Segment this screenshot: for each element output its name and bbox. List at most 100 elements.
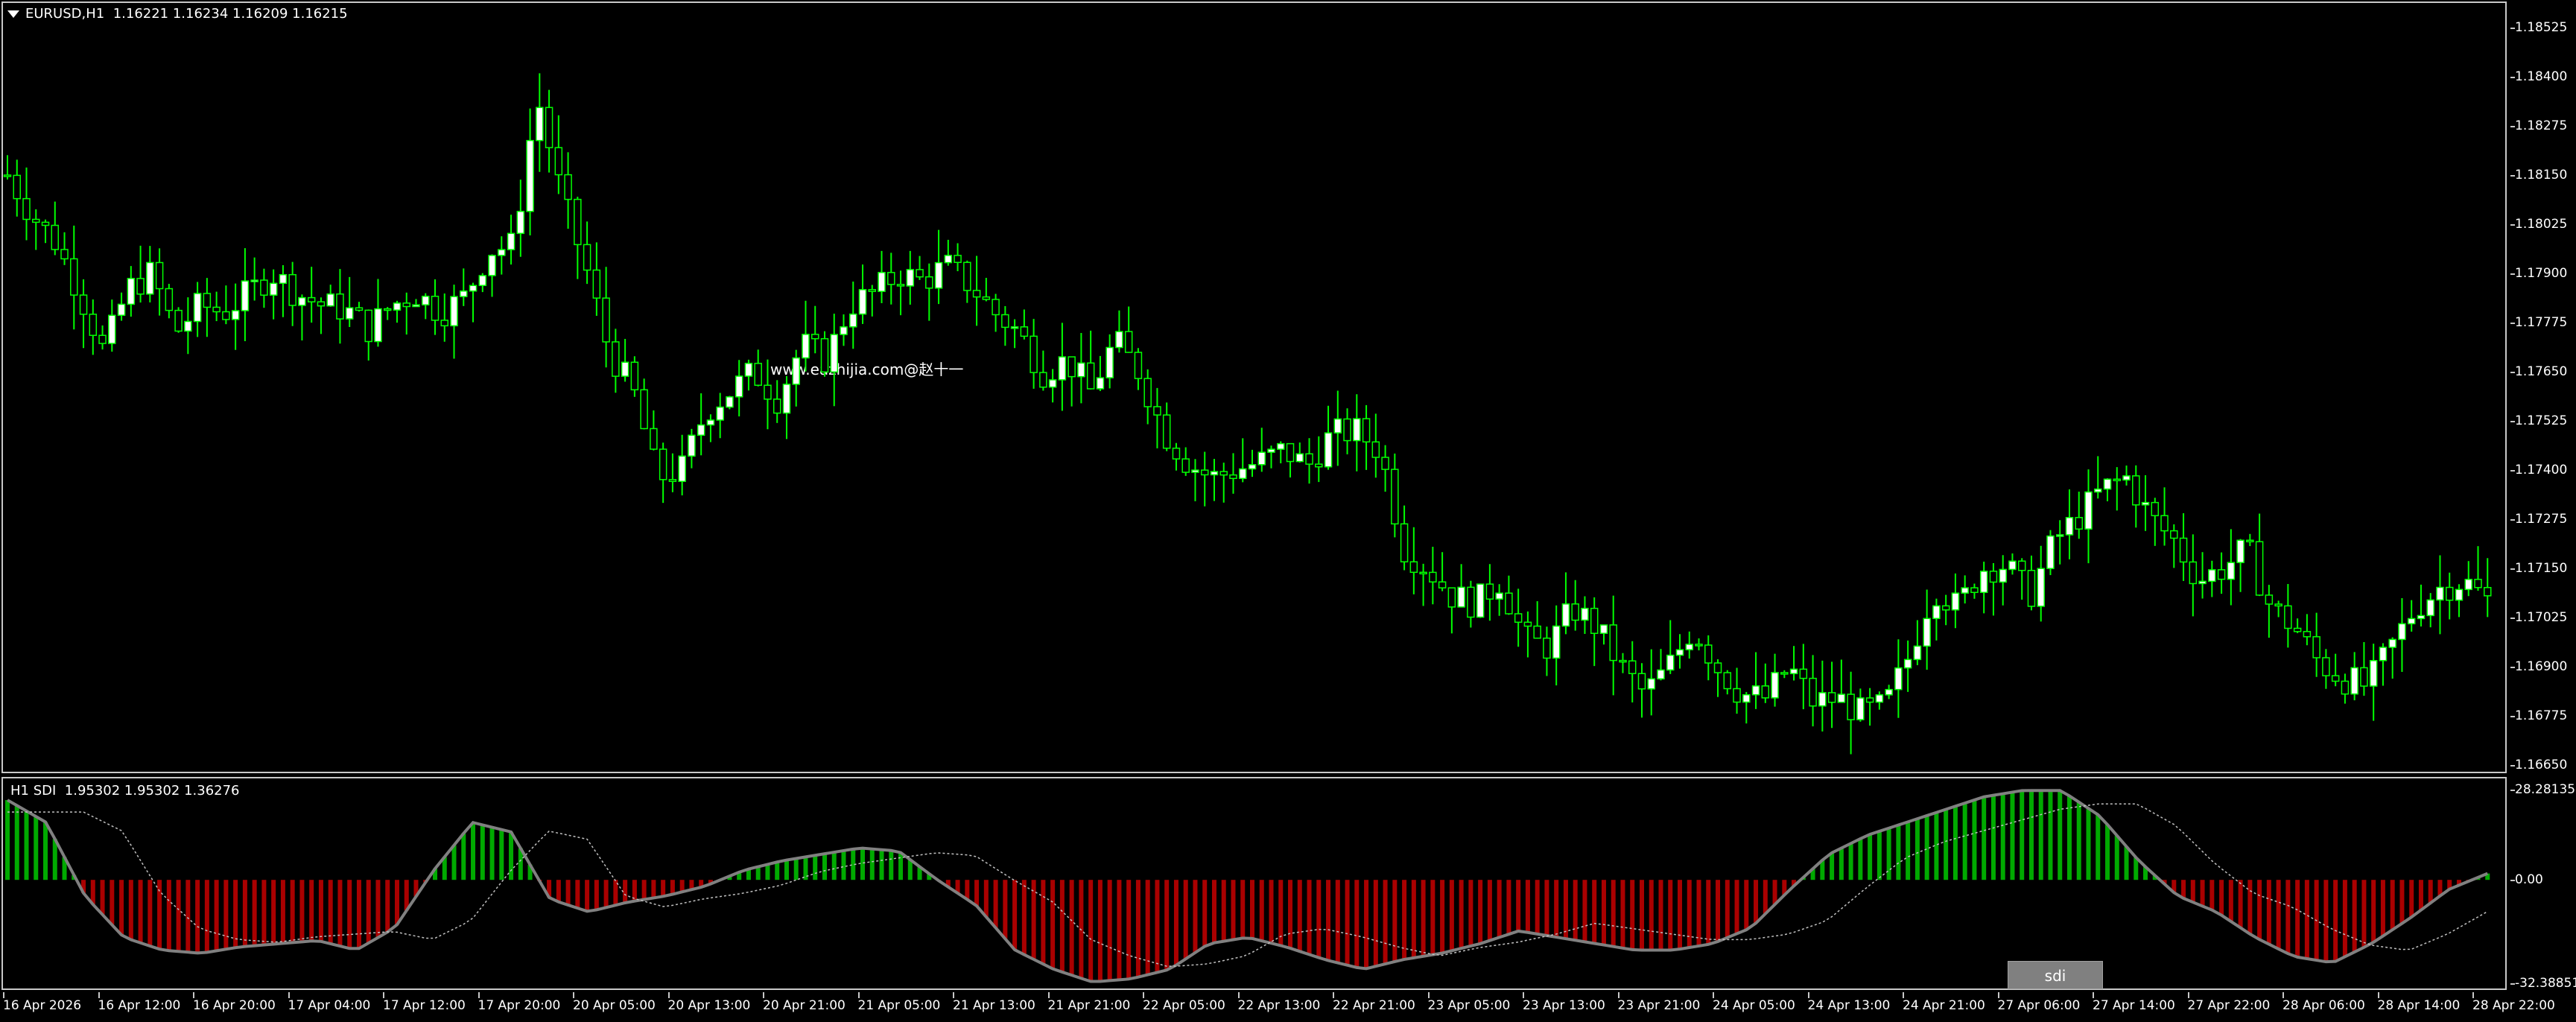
sdi-histogram-bar (385, 880, 390, 933)
sdi-histogram-bar (822, 854, 827, 880)
candle-body (1248, 464, 1257, 470)
candle-body (830, 334, 838, 373)
sdi-histogram-bar (471, 822, 476, 880)
sdi-histogram-bar (1383, 880, 1388, 965)
candle-body (1809, 677, 1817, 707)
sdi-histogram-bar (100, 880, 105, 915)
sdi-histogram-bar (1582, 880, 1587, 942)
sdi-histogram-bar (1754, 880, 1759, 924)
sdi-histogram-bar (2114, 835, 2119, 880)
time-tick: 16 Apr 12:00 (98, 992, 181, 1013)
sdi-histogram-bar (1706, 880, 1711, 945)
sdi-histogram-bar (2361, 880, 2367, 948)
sdi-histogram-bar (147, 880, 153, 946)
sdi-histogram-bar (2096, 814, 2101, 880)
sdi-histogram-bar (2038, 790, 2043, 880)
candle-body (345, 307, 354, 320)
time-tick: 16 Apr 20:00 (193, 992, 276, 1013)
candle-body (2103, 478, 2112, 490)
sdi-histogram-bar (1135, 880, 1141, 977)
sdi-histogram-bar (1316, 880, 1322, 958)
candle-body (810, 334, 819, 340)
candle-body (203, 293, 212, 308)
candle-body (1419, 571, 1427, 575)
sdi-histogram-bar (2020, 790, 2025, 880)
sdi-histogram-bar (1990, 795, 1996, 880)
candle-body (127, 278, 136, 305)
sdi-histogram-bar (603, 880, 609, 908)
sdi-histogram-bar (1411, 880, 1416, 958)
candle-body (1115, 331, 1123, 349)
candle-body (668, 479, 677, 483)
candle-body (2198, 580, 2207, 585)
sdi-histogram-bar (1962, 803, 1967, 880)
sdi-histogram-bar (489, 827, 495, 880)
sdi-histogram-bar (204, 880, 209, 953)
sdi-histogram-bar (1592, 880, 1597, 944)
sdi-histogram-bar (480, 825, 485, 880)
candle-body (1077, 362, 1085, 378)
sdi-histogram-bar (1050, 880, 1056, 969)
candle-body (982, 296, 991, 300)
candle-body (583, 244, 591, 271)
candle-body (574, 198, 582, 246)
sdi-histogram-bar (1952, 806, 1958, 880)
candle-body (478, 275, 487, 287)
candle-body (1657, 669, 1665, 680)
candle-body (13, 174, 22, 200)
sdi-histogram-bar (1487, 880, 1492, 941)
candle-body (1903, 658, 1912, 669)
candle-body (858, 289, 867, 315)
candle-body (2255, 541, 2264, 596)
sdi-histogram-bar (2342, 880, 2347, 957)
candle-body (1172, 447, 1181, 460)
indicator-tick: -32.38851 (2510, 976, 2576, 991)
candle-body (1999, 568, 2007, 583)
sdi-histogram-bar (356, 880, 361, 949)
sdi-histogram-bar (1373, 880, 1378, 967)
sdi-histogram-bar (889, 850, 894, 880)
candle-body (2113, 478, 2122, 482)
candle-body (2445, 586, 2454, 601)
time-axis: 16 Apr 2026 16 Apr 12:00 16 Apr 20:00 17 Ap… (0, 992, 2555, 1022)
sdi-histogram-bar (1231, 880, 1236, 940)
candle-body (307, 296, 316, 302)
candle-body (355, 307, 364, 311)
candle-body (22, 197, 31, 220)
sdi-histogram-bar (575, 880, 580, 909)
sdi-histogram-bar (1620, 880, 1625, 948)
candle-body (507, 232, 515, 250)
candle-body (754, 363, 762, 386)
sdi-histogram-bar (1772, 880, 1777, 905)
sdi-histogram-bar (290, 880, 295, 943)
candle-body (1153, 406, 1161, 416)
time-tick: 27 Apr 14:00 (2093, 992, 2175, 1013)
sdi-button[interactable]: sdi (2008, 961, 2103, 989)
sdi-histogram-bar (2181, 880, 2186, 898)
sdi-histogram-bar (1725, 880, 1730, 938)
candle-body (2417, 615, 2426, 620)
sdi-histogram-bar (394, 880, 399, 925)
candle-body (440, 320, 449, 327)
sdi-histogram-bar (2285, 880, 2291, 954)
sdi-histogram-bar (1972, 799, 1977, 880)
chart-graphics (3, 73, 2492, 983)
candle-body (1599, 624, 1608, 634)
candle-body (2227, 562, 2236, 580)
candle-body (1733, 688, 1741, 703)
candle-body (2160, 515, 2169, 532)
candle-body (422, 296, 430, 305)
candle-body (460, 290, 468, 297)
sdi-histogram-bar (1611, 880, 1616, 947)
candle-body (212, 306, 221, 313)
price-tick: 1.16900 (2510, 659, 2568, 674)
candle-body (1343, 418, 1351, 442)
price-tick: 1.17150 (2510, 561, 2568, 576)
candle-body (1761, 685, 1770, 699)
time-tick: 22 Apr 21:00 (1333, 992, 1415, 1013)
sdi-histogram-bar (755, 866, 761, 880)
candle-body (2474, 579, 2482, 588)
sdi-histogram-bar (1544, 880, 1549, 936)
candle-body (2189, 561, 2198, 585)
sdi-histogram-bar (860, 848, 866, 880)
